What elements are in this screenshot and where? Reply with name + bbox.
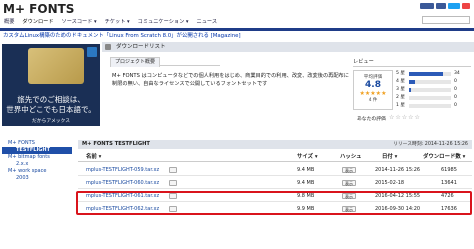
site-title[interactable]: M+ FONTS — [3, 2, 74, 16]
sidebar-item-label: TESTFLIGHT — [16, 147, 50, 153]
promo-link[interactable]: カスタムLinux構築のためのドキュメント「Linux From Scratch… — [3, 31, 241, 39]
file-info-icon[interactable] — [168, 180, 177, 186]
sidebar-item-label: 2.x.x — [16, 161, 29, 167]
sidebar-item-label: M+ FONTS — [8, 140, 35, 146]
table-header: 名前 ▾ サイズ ▾ ハッシュ 日付 ▾ ダウンロード数 ▾ — [78, 153, 472, 162]
ad-subtitle: だからアメックス — [32, 119, 70, 124]
nav-ticket[interactable]: チケット ▾ — [101, 17, 134, 28]
package-name: M+ FONTS TESTFLIGHT — [82, 141, 150, 147]
rating-bar-row: 4 星 0 — [396, 79, 457, 85]
ad-line-1: 旅先でのご相談は、 — [17, 95, 85, 104]
rating-bar-fill — [409, 88, 412, 92]
download-list-title: ダウンロードリスト — [102, 42, 474, 52]
nav-source[interactable]: ソースコード ▾ — [58, 17, 101, 28]
tab-project-overview[interactable]: プロジェクト概要 — [110, 57, 161, 67]
avg-rating-value: 4.8 — [365, 80, 381, 90]
file-size: 9.4 MB — [297, 180, 315, 186]
nav-download[interactable]: ダウンロード — [18, 17, 58, 28]
file-name-link[interactable]: mplus-TESTFLIGHT-059.tar.xz — [86, 164, 159, 176]
col-downloads[interactable]: ダウンロード数 ▾ — [423, 153, 465, 162]
rating-bar-row: 3 星 0 — [396, 87, 457, 93]
sidebar-item-label: M+ bitmap fonts — [8, 154, 50, 160]
hatena-button[interactable] — [462, 3, 470, 9]
download-count: 13641 — [441, 180, 457, 186]
project-description: M+ FONTS はコンピュータなどでの個人利用をはじめ、商業目的での利用、改変… — [112, 73, 349, 87]
nav-communication[interactable]: コミュニケーション ▾ — [134, 17, 193, 28]
col-date[interactable]: 日付 ▾ — [382, 153, 397, 162]
rating-bar-track — [409, 96, 451, 100]
social-buttons — [420, 3, 470, 9]
rating-bar-row: 5 星 34 — [396, 71, 460, 77]
sidebar-item-bitmap-fonts[interactable]: M+ bitmap fonts — [2, 154, 72, 161]
rating-bar-fill — [409, 80, 416, 84]
rating-bar-fill — [409, 72, 443, 76]
hash-view-button[interactable]: 表示 — [342, 180, 356, 186]
main-nav: 概要 ダウンロード ソースコード ▾ チケット ▾ コミュニケーション ▾ ニュ… — [0, 17, 221, 28]
rating-bar-label: 1 星 — [396, 103, 405, 108]
review-score-box: 平均評価 4.8 ★★★★★ 4 件 — [353, 70, 393, 110]
rating-bar-label: 2 星 — [396, 95, 405, 100]
table-row: mplus-TESTFLIGHT-059.tar.xz 9.4 MB 表示 2014-… — [78, 164, 472, 176]
col-name[interactable]: 名前 ▾ — [86, 153, 101, 162]
review-header: レビュー — [353, 58, 471, 67]
file-date: 2014-11-26 15:26 — [375, 167, 421, 173]
your-rating-label: あなたの評価 — [357, 117, 386, 122]
table-row: mplus-TESTFLIGHT-060.tar.xz 9.4 MB 表示 2015-… — [78, 177, 472, 189]
sidebar-item-mplus-fonts[interactable]: M+ FONTS — [2, 140, 72, 147]
facebook-share-button[interactable] — [436, 3, 446, 9]
review-count: 4 件 — [368, 98, 378, 103]
sidebar-item-label: M+ work space — [8, 168, 47, 174]
download-list-icon — [105, 44, 111, 50]
nav-overview[interactable]: 概要 — [0, 17, 18, 28]
sidebar-item-testflight[interactable]: TESTFLIGHT — [2, 147, 72, 154]
amex-logo-icon — [87, 47, 97, 57]
highlight-box — [76, 191, 472, 215]
sidebar-item-work-space[interactable]: M+ work space — [2, 168, 72, 175]
rating-bar-label: 5 星 — [396, 71, 405, 76]
rating-bar-row: 1 星 0 — [396, 103, 457, 109]
tweet-button[interactable] — [448, 3, 460, 9]
sidebar-item-2003[interactable]: 2003 — [2, 175, 72, 182]
rating-bar-count: 34 — [454, 71, 460, 76]
rating-bar-label: 3 星 — [396, 87, 405, 92]
file-info-icon[interactable] — [168, 167, 177, 173]
rating-bar-count: 0 — [454, 87, 457, 92]
rating-bar-count: 0 — [454, 79, 457, 84]
package-bar: M+ FONTS TESTFLIGHT リリース時刻: 2014-11-26 1… — [78, 140, 472, 149]
rating-bar-count: 0 — [454, 103, 457, 108]
rating-bar-track — [409, 104, 451, 108]
rating-bar-label: 4 星 — [396, 79, 405, 84]
col-hash: ハッシュ — [340, 154, 362, 160]
rating-stars-icon: ★★★★★ — [359, 90, 387, 97]
rating-bar-track — [409, 72, 451, 76]
site-header: M+ FONTS 概要 ダウンロード ソースコード ▾ チケット ▾ コミュニケ… — [0, 0, 474, 28]
col-size[interactable]: サイズ ▾ — [297, 153, 318, 162]
package-sidebar: M+ FONTS TESTFLIGHT M+ bitmap fonts 2.x.… — [2, 140, 72, 182]
your-rating-stars[interactable]: ☆☆☆☆☆ — [389, 114, 421, 121]
rating-bar-track — [409, 80, 451, 84]
credit-card-image — [28, 48, 84, 84]
file-date: 2015-02-18 — [375, 180, 405, 186]
advertisement-banner[interactable]: 旅先でのご相談は、 世界中どこでも日本語で。 だからアメックス — [2, 44, 100, 126]
ad-headline: 旅先でのご相談は、 世界中どこでも日本語で。 — [2, 95, 100, 115]
file-size: 9.4 MB — [297, 167, 315, 173]
release-time: リリース時刻: 2014-11-26 15:26 — [393, 142, 468, 147]
sidebar-item-label: 2003 — [16, 175, 29, 181]
nav-news[interactable]: ニュース — [193, 17, 222, 28]
file-name-link[interactable]: mplus-TESTFLIGHT-060.tar.xz — [86, 177, 159, 189]
rating-bar-count: 0 — [454, 95, 457, 100]
sidebar-item-2xx[interactable]: 2.x.x — [2, 161, 72, 168]
download-count: 61985 — [441, 167, 457, 173]
search-input[interactable] — [422, 16, 470, 24]
rating-bar-track — [409, 88, 451, 92]
project-tabs: プロジェクト概要 — [110, 57, 220, 67]
rating-bar-row: 2 星 0 — [396, 95, 457, 101]
facebook-like-button[interactable] — [420, 3, 434, 9]
hash-view-button[interactable]: 表示 — [342, 167, 356, 173]
ad-line-2: 世界中どこでも日本語で。 — [6, 105, 96, 114]
